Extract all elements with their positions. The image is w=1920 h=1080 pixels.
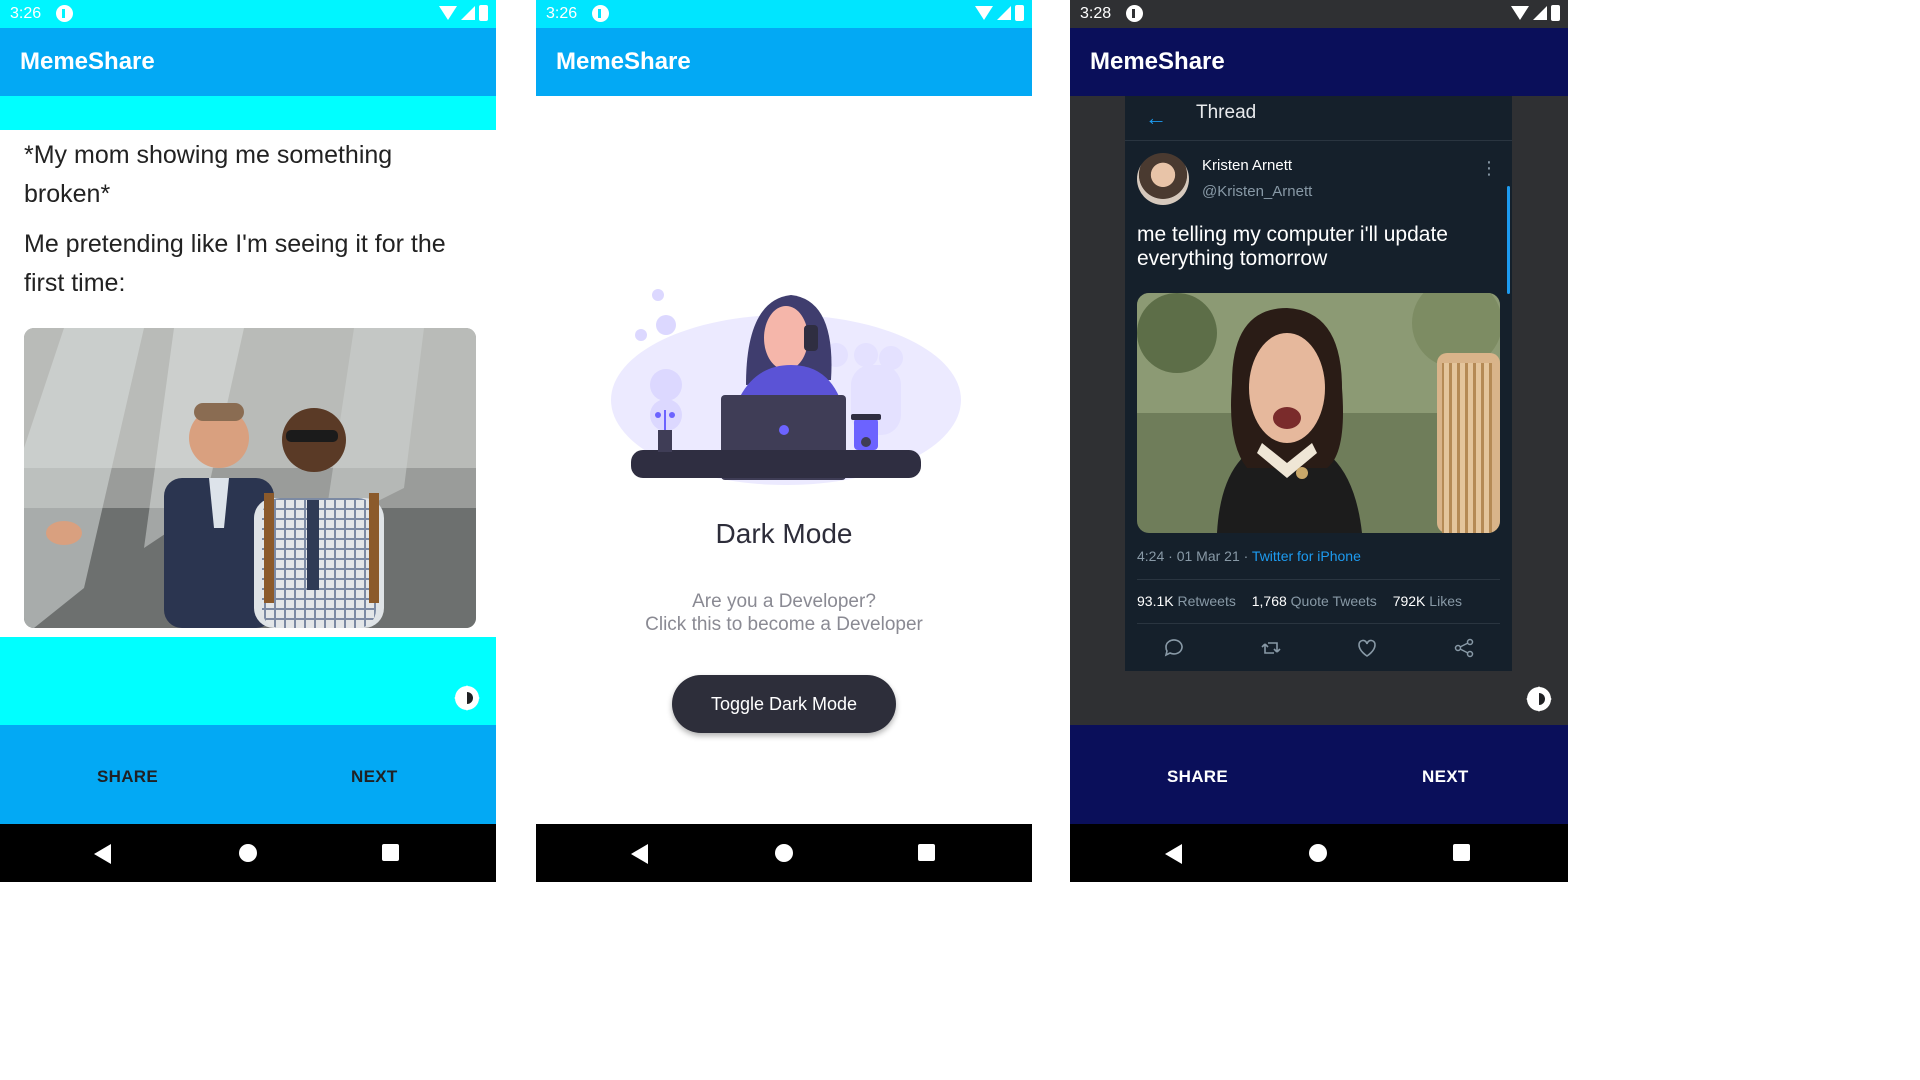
back-arrow-icon[interactable]: ← bbox=[1145, 105, 1167, 131]
quote-tweets-count: 1,768 bbox=[1251, 593, 1287, 609]
notification-app-icon bbox=[592, 5, 609, 22]
tweet-time: 4:24 · 01 Mar 21 · bbox=[1137, 548, 1252, 564]
dark-mode-subtitle-line-1: Are you a Developer? bbox=[692, 591, 876, 612]
nav-recents-icon[interactable] bbox=[382, 844, 399, 861]
retweets-label: Retweets bbox=[1177, 593, 1236, 609]
status-time: 3:26 bbox=[546, 5, 578, 22]
app-title: MemeShare bbox=[556, 48, 691, 75]
toggle-dark-mode-button[interactable]: Toggle Dark Mode bbox=[672, 675, 896, 733]
dark-mode-subtitle-line-2: Click this to become a Developer bbox=[645, 614, 923, 635]
tweet-author: Kristen Arnett bbox=[1202, 157, 1293, 174]
nav-recents-icon[interactable] bbox=[918, 844, 935, 861]
retweet-icon[interactable] bbox=[1259, 636, 1283, 660]
signal-icon bbox=[997, 6, 1011, 20]
system-icons bbox=[975, 5, 1024, 21]
status-time: 3:26 bbox=[10, 5, 42, 22]
thread-title: Thread bbox=[1196, 102, 1257, 123]
quote-tweets-label: Quote Tweets bbox=[1290, 593, 1377, 609]
accent-panel bbox=[0, 637, 496, 725]
wifi-icon bbox=[1511, 6, 1529, 20]
system-nav-bar bbox=[1070, 824, 1568, 882]
phone-dark-mode-intro: 3:26 MemeShare Dark Mode Are you a Devel… bbox=[536, 0, 1032, 882]
meme-caption-line-1: *My mom showing me something broken* bbox=[24, 141, 393, 208]
system-icons bbox=[439, 5, 488, 21]
nav-home-icon[interactable] bbox=[1309, 844, 1327, 862]
bottom-action-bar: SHARE NEXT bbox=[0, 725, 496, 825]
quote-tweets-stat[interactable]: 1,768 Quote Tweets bbox=[1252, 593, 1377, 609]
system-icons bbox=[1511, 5, 1560, 21]
battery-icon bbox=[479, 5, 488, 21]
retweets-count: 93.1K bbox=[1137, 593, 1174, 609]
app-bar: MemeShare bbox=[0, 28, 496, 96]
battery-icon bbox=[1015, 5, 1024, 21]
notification-app-icon bbox=[56, 5, 73, 22]
meme-caption-line-2: Me pretending like I'm seeing it for the… bbox=[24, 230, 446, 297]
tweet-text: me telling my computer i'll update every… bbox=[1137, 223, 1448, 270]
developer-illustration bbox=[611, 289, 961, 485]
brightness-icon[interactable] bbox=[455, 686, 479, 710]
signal-icon bbox=[461, 6, 475, 20]
scroll-indicator bbox=[1507, 186, 1510, 294]
status-bar: 3:28 bbox=[1070, 0, 1568, 28]
tweet-image bbox=[1137, 293, 1500, 533]
retweets-stat[interactable]: 93.1K Retweets bbox=[1137, 593, 1236, 609]
share-button[interactable]: SHARE bbox=[1167, 767, 1228, 787]
reply-icon[interactable] bbox=[1162, 636, 1186, 660]
wifi-icon bbox=[975, 6, 993, 20]
divider bbox=[1137, 579, 1500, 580]
app-bar: MemeShare bbox=[1070, 28, 1568, 96]
notification-app-icon bbox=[1126, 5, 1143, 22]
more-options-icon[interactable]: ⋮ bbox=[1480, 158, 1498, 179]
tweet-source-link[interactable]: Twitter for iPhone bbox=[1252, 548, 1361, 564]
like-icon[interactable] bbox=[1355, 636, 1379, 660]
battery-icon bbox=[1551, 5, 1560, 21]
phone-meme-light: 3:26 MemeShare *My mom showing me someth… bbox=[0, 0, 496, 882]
nav-home-icon[interactable] bbox=[239, 844, 257, 862]
next-button[interactable]: NEXT bbox=[1422, 767, 1469, 787]
share-icon[interactable] bbox=[1452, 636, 1476, 660]
tweet-handle: @Kristen_Arnett bbox=[1202, 183, 1313, 200]
app-bar: MemeShare bbox=[536, 28, 1032, 96]
meme-image bbox=[24, 328, 476, 628]
dark-mode-title: Dark Mode bbox=[715, 518, 853, 549]
tweet-screenshot: ← Thread Kristen Arnett @Kristen_Arnett … bbox=[1125, 96, 1512, 671]
system-nav-bar bbox=[536, 824, 1032, 882]
divider bbox=[1137, 623, 1500, 624]
share-button[interactable]: SHARE bbox=[97, 767, 158, 787]
tweet-stats: 93.1K Retweets 1,768 Quote Tweets 792K L… bbox=[1137, 593, 1474, 609]
likes-count: 792K bbox=[1392, 593, 1426, 609]
likes-label: Likes bbox=[1429, 593, 1462, 609]
nav-recents-icon[interactable] bbox=[1453, 844, 1470, 861]
next-button[interactable]: NEXT bbox=[351, 767, 398, 787]
bottom-action-bar: SHARE NEXT bbox=[1070, 725, 1568, 825]
tweet-meta: 4:24 · 01 Mar 21 · Twitter for iPhone bbox=[1137, 548, 1361, 564]
nav-back-icon[interactable] bbox=[1165, 844, 1182, 864]
nav-back-icon[interactable] bbox=[94, 844, 111, 864]
likes-stat[interactable]: 792K Likes bbox=[1393, 593, 1462, 609]
nav-back-icon[interactable] bbox=[631, 844, 648, 864]
app-title: MemeShare bbox=[1090, 48, 1225, 75]
signal-icon bbox=[1533, 6, 1547, 20]
meme-photo-art bbox=[24, 328, 476, 628]
wifi-icon bbox=[439, 6, 457, 20]
dark-mode-subtitle: Are you a Developer? Click this to becom… bbox=[536, 590, 1032, 636]
phone-meme-dark: 3:28 MemeShare ← Thread Kristen Arnett @… bbox=[1070, 0, 1568, 882]
meme-caption: *My mom showing me something broken* Me … bbox=[24, 136, 484, 314]
tweet-photo-art bbox=[1137, 293, 1500, 533]
status-bar: 3:26 bbox=[536, 0, 1032, 28]
tweet-actions bbox=[1125, 636, 1512, 660]
thread-header: ← Thread bbox=[1125, 96, 1512, 141]
status-bar: 3:26 bbox=[0, 0, 496, 28]
nav-home-icon[interactable] bbox=[775, 844, 793, 862]
brightness-icon[interactable] bbox=[1527, 687, 1551, 711]
system-nav-bar bbox=[0, 824, 496, 882]
avatar bbox=[1137, 153, 1189, 205]
app-title: MemeShare bbox=[20, 48, 155, 75]
accent-strip bbox=[0, 96, 496, 130]
status-time: 3:28 bbox=[1080, 5, 1112, 22]
